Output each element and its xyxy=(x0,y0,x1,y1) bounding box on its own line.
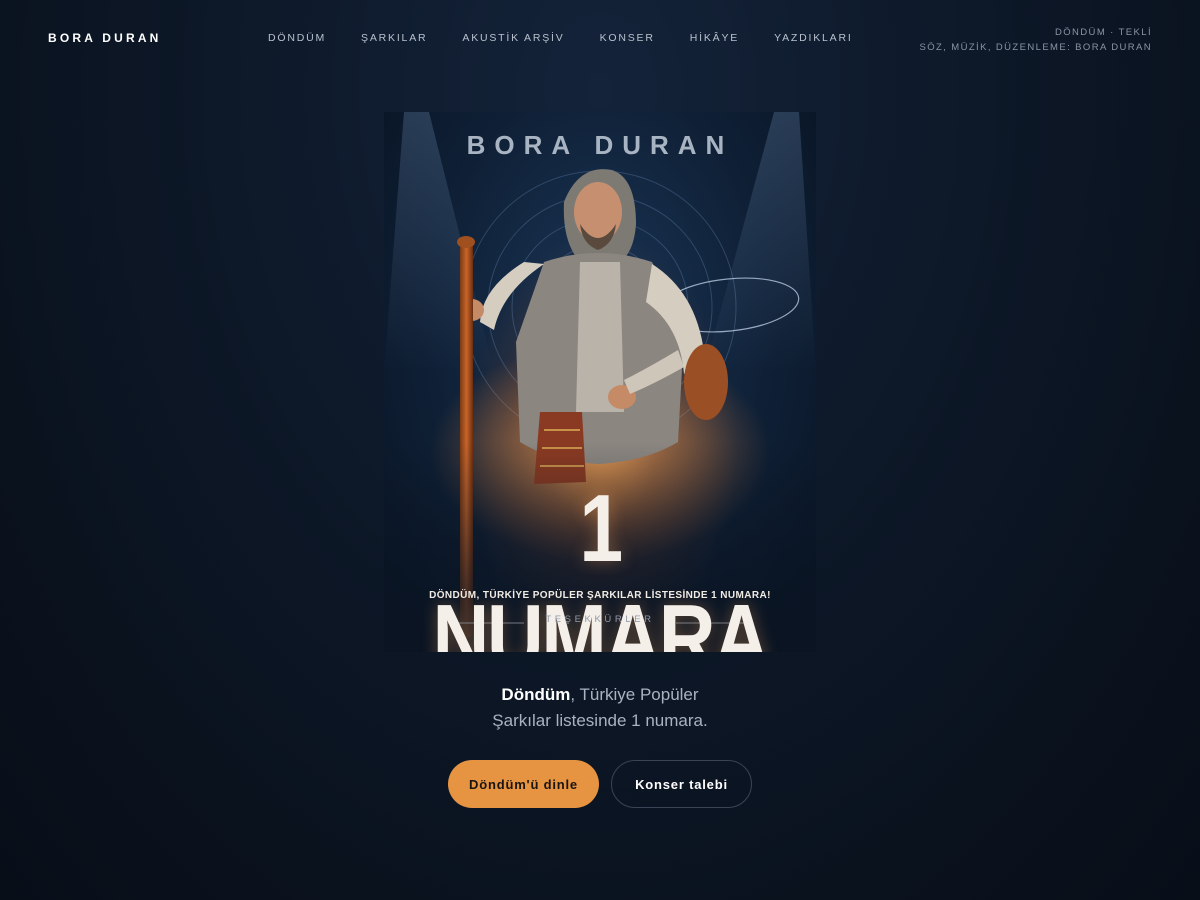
poster-artist-name: BORA DURAN xyxy=(466,130,734,160)
listen-button[interactable]: Döndüm'ü dinle xyxy=(448,760,599,808)
hero-tagline: Döndüm, Türkiye Popüler Şarkılar listesi… xyxy=(300,682,900,734)
nav-item-yazdiklari[interactable]: YAZDIKLARI xyxy=(774,32,853,44)
nav-item-dondum[interactable]: DÖNDÜM xyxy=(268,32,326,44)
tagline-song-title: Döndüm xyxy=(501,685,571,704)
release-type: DÖNDÜM · TEKLİ xyxy=(1054,27,1152,38)
brand-logo[interactable]: BORA DURAN xyxy=(48,31,162,45)
concert-request-button[interactable]: Konser talebi xyxy=(611,760,752,808)
nav-item-sarkilar[interactable]: ŞARKILAR xyxy=(361,32,427,44)
poster-thanks: TEŞEKKÜRLER xyxy=(545,614,655,625)
release-credits: SÖZ, MÜZİK, DÜZENLEME: BORA DURAN xyxy=(919,42,1152,53)
tagline-line-2: Şarkılar listesinde 1 numara. xyxy=(492,711,708,730)
main-nav: DÖNDÜM ŞARKILAR AKUSTİK ARŞİV KONSER HİK… xyxy=(268,32,888,44)
tagline-rest: , Türkiye Popüler xyxy=(570,685,699,704)
tagline-line-1: Döndüm, Türkiye Popüler xyxy=(300,682,900,708)
nav-item-hikaye[interactable]: HİKÂYE xyxy=(690,32,739,44)
nav-item-akustik-arsiv[interactable]: AKUSTİK ARŞİV xyxy=(462,32,564,44)
nav-item-konser[interactable]: KONSER xyxy=(600,32,655,44)
release-meta: DÖNDÜM · TEKLİ SÖZ, MÜZİK, DÜZENLEME: BO… xyxy=(919,25,1152,55)
poster-headline: 1 NUMARA xyxy=(432,475,770,652)
poster-subline: DÖNDÜM, TÜRKİYE POPÜLER ŞARKILAR LİSTESİ… xyxy=(429,590,771,601)
single-poster: BORA DURAN 1 NUMARA DÖNDÜM, TÜRKİYE POPÜ… xyxy=(384,112,816,652)
top-bar: BORA DURAN DÖNDÜM ŞARKILAR AKUSTİK ARŞİV… xyxy=(0,0,1200,78)
